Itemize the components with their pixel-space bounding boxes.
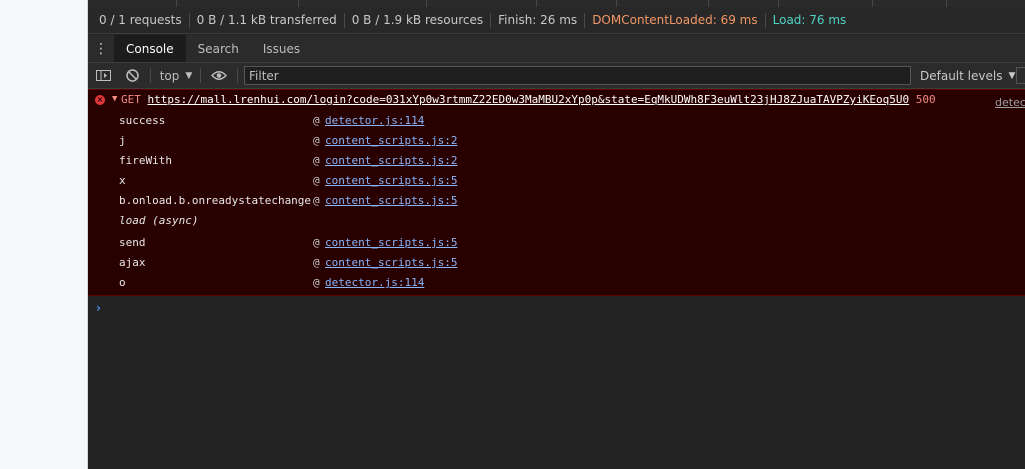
- frame-location-link[interactable]: content_scripts.js:5: [325, 194, 457, 207]
- dom-content-loaded-time: DOMContentLoaded: 69 ms: [585, 12, 766, 28]
- frame-function: success: [119, 114, 166, 127]
- frame-location-link[interactable]: content_scripts.js:2: [325, 134, 457, 147]
- live-expression-icon[interactable]: [209, 63, 229, 88]
- frame-at: @: [313, 134, 320, 147]
- stack-frame: j @ content_scripts.js:2: [119, 131, 999, 151]
- chevron-down-icon: ▼: [185, 70, 193, 81]
- drawer-tabs: ⋮ Console Search Issues: [88, 35, 1025, 63]
- frame-function: o: [119, 276, 126, 289]
- frame-function: send: [119, 236, 146, 249]
- frame-function: fireWith: [119, 154, 172, 167]
- frame-location-link[interactable]: content_scripts.js:5: [325, 174, 457, 187]
- frame-function: b.onload.b.onreadystatechange: [119, 194, 312, 207]
- stack-frame: o @ detector.js:114: [119, 273, 999, 293]
- finish-time: Finish: 26 ms: [491, 12, 586, 28]
- resources-size: 0 B / 1.9 kB resources: [345, 12, 492, 28]
- error-source-link[interactable]: detec: [995, 96, 1025, 109]
- frame-function: ajax: [119, 256, 146, 269]
- http-method: GET: [121, 93, 141, 106]
- error-request-line: GET https://mall.lrenhui.com/login?code=…: [121, 93, 936, 106]
- error-circle-icon: ×: [95, 95, 105, 105]
- async-boundary: load (async): [119, 211, 999, 233]
- stack-frame: ajax @ content_scripts.js:5: [119, 253, 999, 273]
- tab-search[interactable]: Search: [186, 35, 251, 62]
- http-status: 500: [915, 93, 936, 106]
- frame-location-link[interactable]: content_scripts.js:2: [325, 154, 457, 167]
- frame-location-link[interactable]: content_scripts.js:5: [325, 256, 457, 269]
- chevron-down-icon: ▼: [1008, 70, 1016, 81]
- frame-location-link[interactable]: detector.js:114: [325, 276, 424, 289]
- frame-location-link[interactable]: content_scripts.js:5: [325, 236, 457, 249]
- frame-at: @: [313, 194, 320, 207]
- tab-console[interactable]: Console: [114, 35, 186, 62]
- frame-function: j: [119, 134, 126, 147]
- frame-location-link[interactable]: detector.js:114: [325, 114, 424, 127]
- clear-console-icon[interactable]: [122, 63, 142, 88]
- context-label: top: [159, 68, 180, 83]
- toolbar-divider: [150, 68, 151, 83]
- context-selector[interactable]: top ▼: [158, 63, 194, 88]
- stack-frame: x @ content_scripts.js:5: [119, 171, 999, 191]
- stack-trace: success @ detector.js:114 j @ content_sc…: [119, 111, 999, 293]
- requests-count: 0 / 1 requests: [92, 12, 190, 28]
- frame-at: @: [313, 174, 320, 187]
- stack-frame: send @ content_scripts.js:5: [119, 233, 999, 253]
- tab-issues[interactable]: Issues: [251, 35, 312, 62]
- stack-frame: success @ detector.js:114: [119, 111, 999, 131]
- network-summary-bar: 0 / 1 requests 0 B / 1.1 kB transferred …: [88, 7, 1025, 34]
- sidebar-toggle-icon[interactable]: [93, 63, 113, 88]
- async-label: load (async): [119, 214, 199, 227]
- devtools-panel: 0 / 1 requests 0 B / 1.1 kB transferred …: [88, 0, 1025, 469]
- frame-at: @: [313, 236, 320, 249]
- console-prompt[interactable]: ›: [96, 301, 101, 315]
- stack-frame: b.onload.b.onreadystatechange @ content_…: [119, 191, 999, 211]
- toolbar-divider: [200, 68, 201, 83]
- log-levels-label: Default levels: [920, 68, 1003, 83]
- stack-frame: fireWith @ content_scripts.js:2: [119, 151, 999, 171]
- console-error-message: × ▼ GET https://mall.lrenhui.com/login?c…: [88, 89, 1025, 296]
- filter-input[interactable]: [244, 66, 911, 85]
- console-settings-button[interactable]: [1016, 67, 1025, 84]
- frame-at: @: [313, 154, 320, 167]
- console-toolbar: top ▼ Default levels ▼: [88, 63, 1025, 89]
- expand-triangle-icon[interactable]: ▼: [112, 94, 117, 104]
- log-levels-dropdown[interactable]: Default levels ▼: [920, 63, 1015, 88]
- toolbar-divider: [237, 68, 238, 83]
- transferred-size: 0 B / 1.1 kB transferred: [190, 12, 345, 28]
- page-viewport-edge: [0, 0, 88, 469]
- more-vertical-icon[interactable]: ⋮: [88, 35, 114, 62]
- frame-at: @: [313, 276, 320, 289]
- frame-function: x: [119, 174, 126, 187]
- frame-at: @: [313, 256, 320, 269]
- request-url-link[interactable]: https://mall.lrenhui.com/login?code=031x…: [148, 93, 910, 106]
- load-time: Load: 76 ms: [772, 12, 847, 27]
- frame-at: @: [313, 114, 320, 127]
